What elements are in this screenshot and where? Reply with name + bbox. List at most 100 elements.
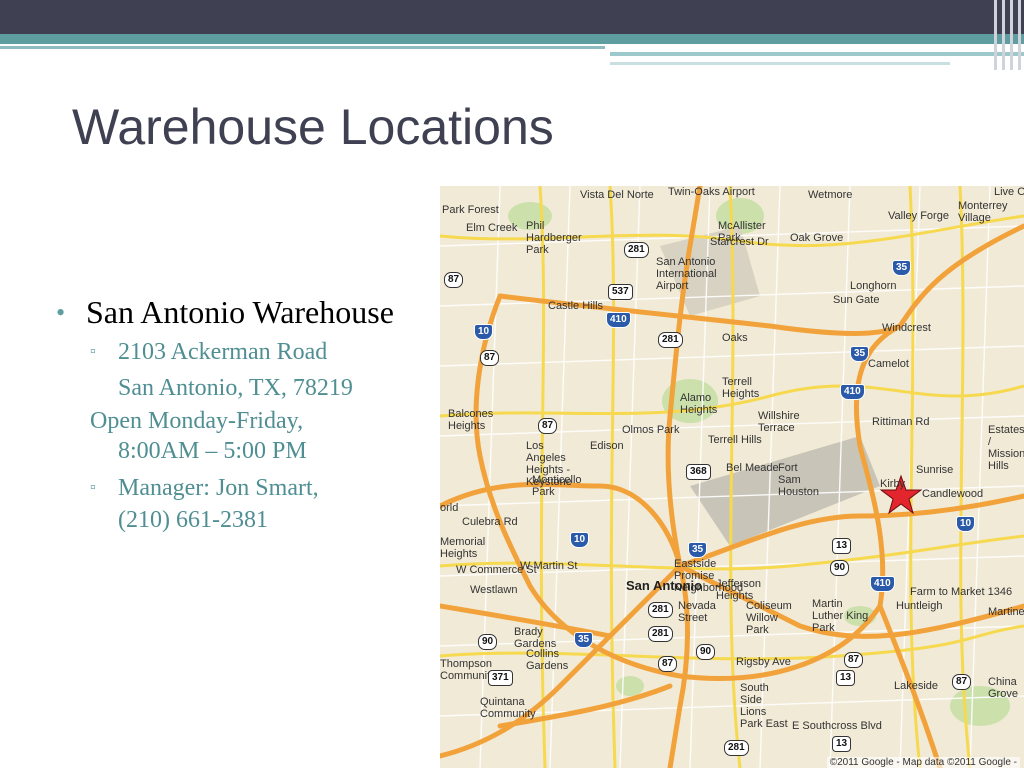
map-label: Coliseum Willow Park (746, 600, 792, 636)
interstate-shield: 410 (840, 384, 865, 400)
interstate-shield: 10 (570, 532, 590, 548)
square-bullet-icon: ▫ (90, 479, 96, 496)
us-highway-shield: 90 (830, 560, 850, 576)
map-label: Vista Del Norte (580, 189, 654, 201)
hours-line-1: Open Monday-Friday, (90, 408, 304, 434)
decoration-bar (1010, 0, 1013, 70)
map-label: Monterrey Village (958, 200, 1008, 224)
map-label: Live Oa (994, 186, 1024, 198)
map-label: Olmos Park (622, 424, 680, 436)
map-label: Memorial Heights (440, 536, 486, 560)
map-credit: ©2011 Google - Map data ©2011 Google - (826, 757, 1020, 768)
map-label: Bel Meade (726, 462, 779, 474)
map-label: San Antonio International Airport (656, 256, 717, 292)
map-label: W Commerce St (456, 564, 537, 576)
interstate-shield: 35 (574, 632, 594, 648)
us-highway-shield: 87 (844, 652, 864, 668)
map-label: Phil Hardberger Park (526, 220, 582, 256)
map-label: South Side Lions Park East (740, 682, 788, 730)
address-line-1: 2103 Ackerman Road (118, 339, 328, 365)
map-label: Twin-Oaks Airport (668, 186, 755, 198)
map-label: Terrell Heights (722, 376, 760, 400)
map-label: Collins Gardens (526, 648, 569, 672)
map-label: Rigsby Ave (736, 656, 791, 668)
map-label: Kirby (880, 478, 906, 490)
map-label: Estates / Mission Hills (988, 424, 1024, 472)
square-bullet-icon: ▫ (90, 343, 96, 360)
us-highway-shield: 87 (480, 350, 500, 366)
top-banner (0, 0, 1024, 34)
manager-line-1: Manager: Jon Smart, (118, 475, 319, 501)
state-highway-shield: 371 (488, 670, 513, 686)
map-label: Martin Luther King Park (812, 598, 869, 634)
bullet-list: • San Antonio Warehouse ▫ 2103 Ackerman … (56, 290, 426, 536)
map-label: Sunrise (916, 464, 954, 476)
state-highway-shield: 13 (836, 670, 856, 686)
bullet-dot-icon: • (56, 298, 66, 327)
map-label: Nevada Street (678, 600, 716, 624)
map-label: Jefferson Heights (716, 578, 762, 602)
map-label: orld (440, 502, 459, 514)
slide-title: Warehouse Locations (72, 99, 554, 155)
map-label: Balcones Heights (448, 408, 494, 432)
map-label: China Grove (988, 676, 1018, 700)
map-label: E Southcross Blvd (792, 720, 882, 732)
address-item: ▫ 2103 Ackerman Road (56, 336, 426, 368)
map-label: Martinez (988, 606, 1024, 618)
us-highway-shield: 281 (658, 332, 683, 348)
us-highway-shield: 87 (658, 656, 678, 672)
state-highway-shield: 368 (686, 464, 711, 480)
map-label: Fort Sam Houston (778, 462, 819, 498)
interstate-shield: 35 (688, 542, 708, 558)
interstate-shield: 35 (850, 346, 870, 362)
map-label: Elm Creek (466, 222, 518, 234)
map-label: Windcrest (882, 322, 931, 334)
map-label: Alamo Heights (680, 392, 718, 416)
decoration-bar (994, 0, 997, 70)
address-line-2: San Antonio, TX, 78219 (118, 375, 353, 401)
map-label: Monticello Park (532, 474, 582, 498)
banner-decoration (605, 44, 1024, 70)
map-label: Wetmore (808, 189, 853, 201)
decoration-bar (1018, 0, 1021, 70)
map-label: Edison (590, 440, 624, 452)
map-label: Thompson Community (440, 658, 496, 682)
map-label: Lakeside (894, 680, 939, 692)
map-label: Candlewood (922, 488, 984, 500)
hours-item: Open Monday-Friday, 8:00AM – 5:00 PM (56, 406, 426, 466)
state-highway-shield: 13 (832, 736, 852, 752)
us-highway-shield: 90 (478, 634, 498, 650)
accent-stripe (0, 34, 1024, 44)
us-highway-shield: 87 (538, 418, 558, 434)
state-highway-shield: 13 (832, 538, 852, 554)
map-label: Farm to Market 1346 (910, 586, 1013, 598)
map-label: Oaks (722, 332, 748, 344)
manager-line-2: (210) 661-2381 (118, 507, 268, 533)
us-highway-shield: 281 (648, 626, 673, 642)
map-label: Oak Grove (790, 232, 844, 244)
map-label: Huntleigh (896, 600, 943, 612)
map-label: Terrell Hills (708, 434, 762, 446)
state-highway-shield: 537 (608, 284, 633, 300)
us-highway-shield: 281 (648, 602, 673, 618)
decoration-line (610, 52, 1024, 56)
map-label: Castle Hills (548, 300, 604, 312)
map-label: Sun Gate (833, 294, 880, 306)
map-label: Quintana Community (480, 696, 536, 720)
interstate-shield: 410 (606, 312, 631, 328)
map-label: Brady Gardens (514, 626, 557, 650)
map-image: Vista Del Norte Twin-Oaks Airport Wetmor… (440, 186, 1024, 768)
interstate-shield: 410 (870, 576, 895, 592)
us-highway-shield: 90 (696, 644, 716, 660)
interstate-shield: 10 (956, 516, 976, 532)
map-label: Westlawn (470, 584, 518, 596)
city-label: San Antonio (626, 578, 703, 593)
bullet-item: • San Antonio Warehouse (56, 290, 426, 334)
decoration-bar (1002, 0, 1005, 70)
address-item-cont: San Antonio, TX, 78219 (56, 372, 426, 404)
manager-item-cont: (210) 661-2381 (56, 504, 426, 536)
accent-line (0, 46, 605, 49)
manager-item: ▫ Manager: Jon Smart, (56, 472, 426, 504)
bullet-text: San Antonio Warehouse (86, 294, 394, 330)
map-label: Rittiman Rd (872, 416, 930, 428)
